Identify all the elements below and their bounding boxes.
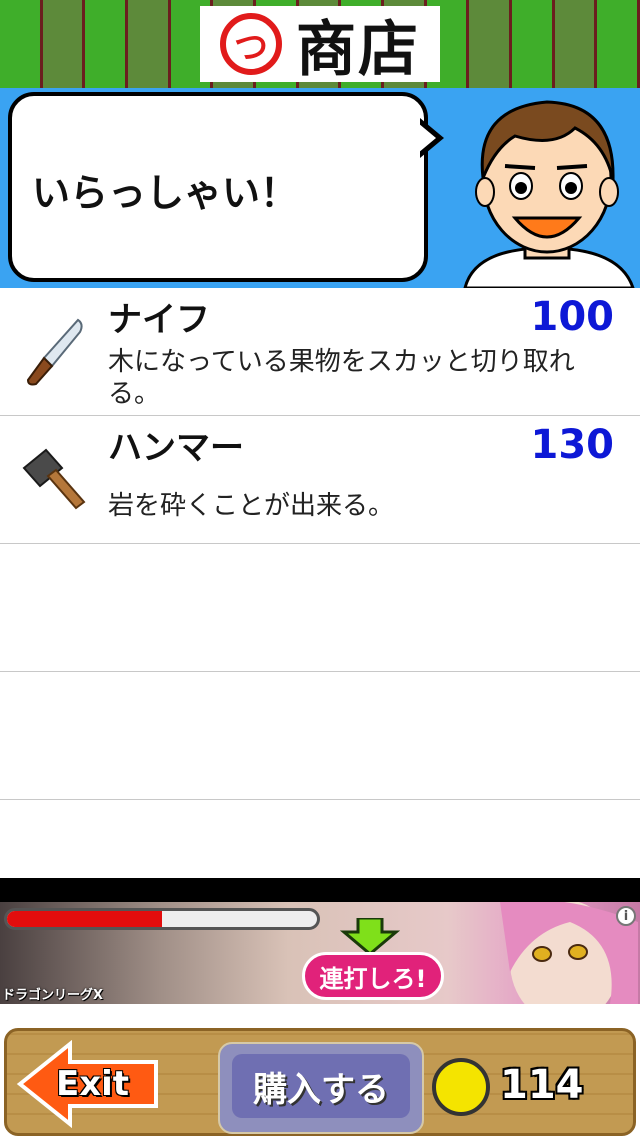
item-price: 130 [530,422,615,468]
greeting-banner: いらっしゃい！ [0,88,640,290]
shop-item-row[interactable]: ハンマー 130 岩を砕くことが出来る。 [0,416,640,544]
down-arrow-icon [339,916,401,956]
coin-icon [432,1058,490,1116]
header-stripe [554,0,598,88]
buy-button[interactable]: 購入する [232,1054,410,1118]
header-stripe [85,0,128,88]
footer-bar: Exit 購入する 114 [0,1004,640,1136]
header-title-block: つ 商店 [200,6,440,85]
page-title: 商店 [296,14,420,85]
ad-cta-button[interactable]: 連打しろ! [302,952,444,1000]
item-name: ハンマー [108,428,244,468]
info-icon[interactable]: i [616,906,636,926]
ad-progress-fill [7,911,162,927]
header-stripe [469,0,512,88]
speech-bubble-tail-fill [418,123,436,153]
knife-icon [18,314,90,386]
ad-banner[interactable]: 連打しろ! ドラゴンリーグX i [0,878,640,1024]
header-stripe [127,0,171,88]
header-stripe [0,0,43,88]
item-description: 岩を砕くことが出来る。 [108,491,395,521]
empty-row [0,544,640,672]
ad-character-image [470,899,640,1024]
header-stripe [42,0,86,88]
header-stripe [597,0,640,88]
hammer-icon [18,442,90,514]
shopkeeper-avatar [455,88,640,290]
item-description: 木になっている果物をスカッと切り取れる。 [108,347,575,409]
item-name: ナイフ [108,300,210,340]
shop-item-row[interactable]: ナイフ 100 木になっている果物をスカッと切り取れる。 [0,288,640,416]
item-price: 100 [530,294,615,340]
header-bar: つ 商店 [0,0,640,88]
ad-progress-bar [4,908,320,930]
empty-row [0,672,640,800]
coin-count: 114 [500,1062,584,1108]
shop-item-list: ナイフ 100 木になっている果物をスカッと切り取れる。 ハンマー 130 岩を… [0,288,640,928]
greeting-text: いらっしゃい！ [32,171,299,215]
speech-bubble: いらっしゃい！ [8,92,428,282]
exit-label: Exit [56,1064,130,1104]
ad-game-name: ドラゴンリーグX [2,988,104,1003]
tsu-logo-icon: つ [220,13,282,75]
header-stripe [511,0,555,88]
